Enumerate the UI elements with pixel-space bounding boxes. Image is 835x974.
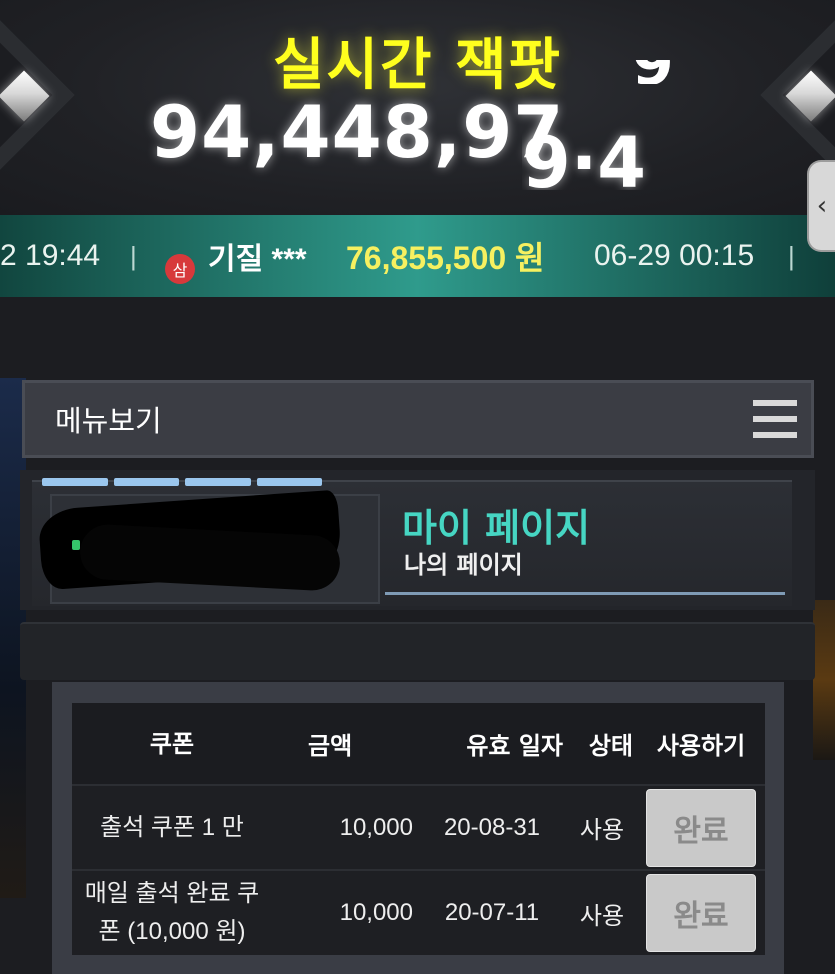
jackpot-rolling-digits: _9 9·4: [522, 60, 682, 190]
winner-ticker: 2 19:44 | 삼 기질 *** 76,855,500 원 06-29 00…: [0, 215, 835, 297]
complete-button[interactable]: 완료: [646, 788, 756, 867]
jackpot-amount: 94,448,97: [150, 90, 565, 174]
hamburger-menu-icon[interactable]: [753, 400, 797, 438]
table-row: 매일 출석 완료 쿠폰 (10,000 원) 10,000 20-07-11 사…: [72, 869, 765, 955]
table-row: 출석 쿠폰 1 만 10,000 20-08-31 사용 완료: [72, 784, 765, 870]
online-indicator: [72, 540, 80, 550]
coupon-action-cell: 완료: [637, 784, 765, 870]
complete-button[interactable]: 완료: [646, 874, 756, 952]
ticker-user-name: 기질 ***: [208, 243, 307, 276]
ticker-separator: |: [130, 240, 137, 271]
coupon-status: 사용: [567, 784, 637, 870]
ticker-badge-wrap: 삼: [165, 215, 195, 297]
rolling-digit-partial: _9: [602, 60, 672, 84]
coupon-name: 출석 쿠폰 1 만: [72, 784, 272, 870]
coupon-amount: 10,000: [272, 784, 417, 870]
coupon-amount: 10,000: [272, 869, 417, 955]
coupon-date: 20-08-31: [417, 784, 567, 870]
banner-underline: [385, 592, 785, 595]
background-art-right: [813, 600, 835, 760]
jackpot-title: 실시간 잭팟: [272, 33, 563, 98]
ticker-badge: 삼: [165, 254, 195, 284]
header-coupon: 쿠폰: [72, 703, 272, 785]
jackpot-banner: 실시간 잭팟 94,448,97 _9 9·4: [0, 0, 835, 215]
page-title: 마이 페이지: [402, 506, 591, 550]
ticker-time: 06-29 00:15: [594, 239, 755, 272]
table-header-row: 쿠폰 금액 유효 일자 상태 사용하기: [72, 703, 765, 785]
panel-header-cap: [20, 622, 815, 680]
header-amount: 금액: [272, 703, 417, 785]
coupon-status: 사용: [567, 869, 637, 955]
banner-light-bar: [42, 478, 322, 486]
coupon-date: 20-07-11: [417, 869, 567, 955]
coupon-action-cell: 완료: [637, 869, 765, 955]
ticker-time-prev: 2 19:44: [0, 239, 101, 272]
rolling-digit: 9·4: [522, 122, 647, 190]
header-use: 사용하기: [637, 703, 765, 785]
ticker-separator-end: |: [788, 240, 795, 271]
chevron-left-icon[interactable]: ‹: [807, 160, 835, 252]
header-valid-date: 유효 일자: [417, 703, 567, 785]
coupon-table: 쿠폰 금액 유효 일자 상태 사용하기 출석 쿠폰 1 만 10,000 20-…: [72, 703, 765, 955]
header-status: 상태: [567, 703, 637, 785]
coupon-name: 매일 출석 완료 쿠폰 (10,000 원): [72, 869, 272, 955]
ticker-amount: 76,855,500 원: [346, 240, 545, 276]
page-subtitle: 나의 페이지: [404, 551, 523, 579]
menu-label: 메뉴보기: [55, 406, 162, 438]
menu-bar[interactable]: 메뉴보기: [22, 380, 814, 458]
